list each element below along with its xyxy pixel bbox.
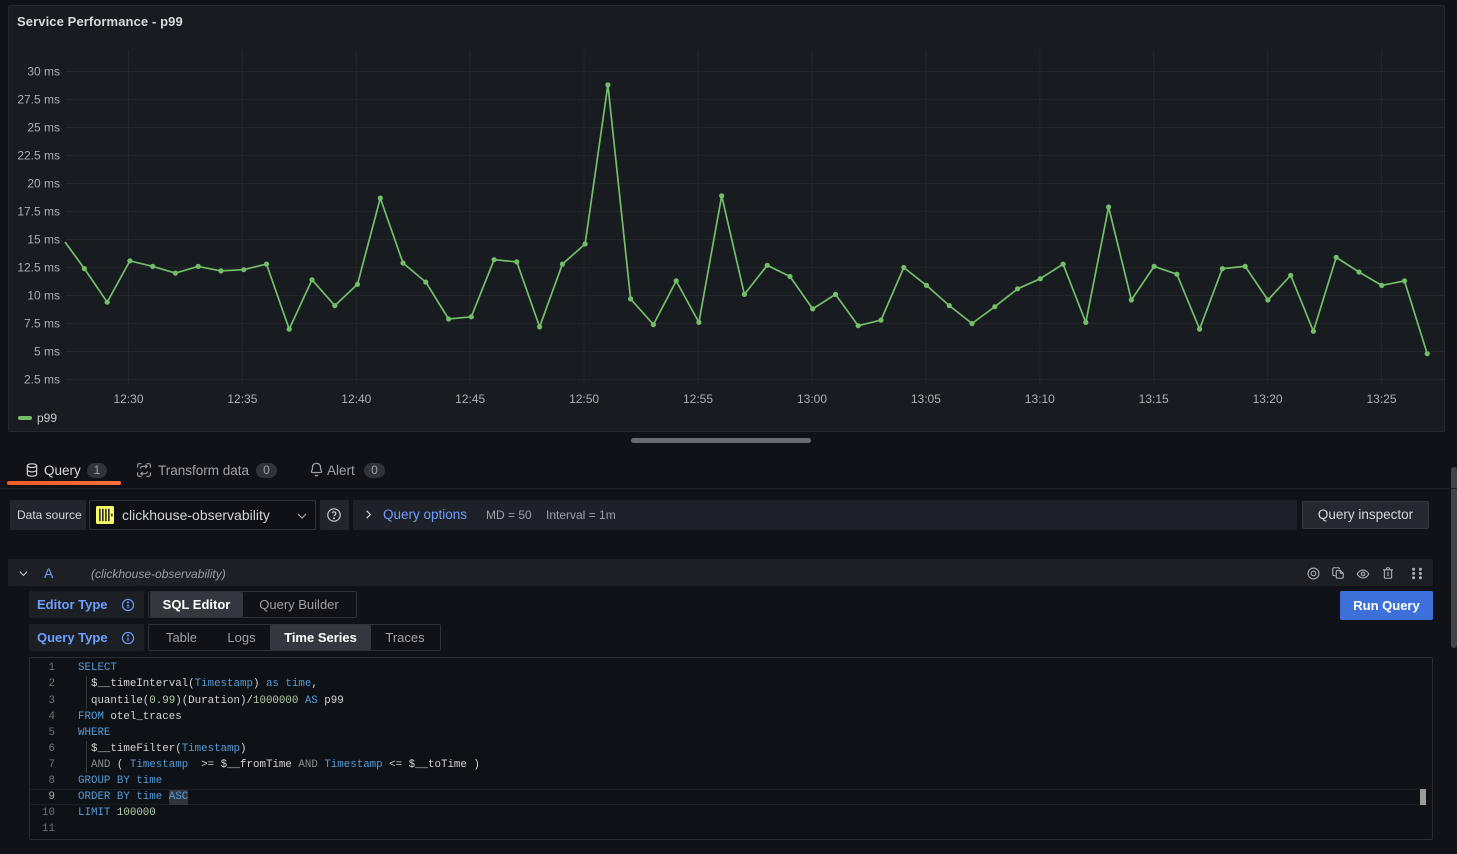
svg-text:12:30: 12:30 — [113, 392, 143, 406]
svg-text:2.5 ms: 2.5 ms — [24, 373, 60, 387]
svg-text:27.5 ms: 27.5 ms — [17, 93, 60, 107]
svg-text:22.5 ms: 22.5 ms — [17, 149, 60, 163]
svg-text:25 ms: 25 ms — [27, 121, 60, 135]
svg-text:7.5 ms: 7.5 ms — [24, 317, 60, 331]
svg-text:12.5 ms: 12.5 ms — [17, 261, 60, 275]
svg-text:13:25: 13:25 — [1366, 392, 1396, 406]
svg-text:12:40: 12:40 — [341, 392, 371, 406]
svg-text:12:55: 12:55 — [683, 392, 713, 406]
svg-text:12:45: 12:45 — [455, 392, 485, 406]
svg-text:12:35: 12:35 — [227, 392, 257, 406]
svg-text:20 ms: 20 ms — [27, 177, 60, 191]
svg-text:13:05: 13:05 — [911, 392, 941, 406]
svg-text:13:15: 13:15 — [1139, 392, 1169, 406]
svg-text:13:20: 13:20 — [1253, 392, 1283, 406]
svg-text:13:10: 13:10 — [1025, 392, 1055, 406]
svg-text:10 ms: 10 ms — [27, 289, 60, 303]
svg-text:17.5 ms: 17.5 ms — [17, 205, 60, 219]
svg-text:5 ms: 5 ms — [34, 345, 60, 359]
svg-text:12:50: 12:50 — [569, 392, 599, 406]
svg-text:30 ms: 30 ms — [27, 65, 60, 79]
svg-text:15 ms: 15 ms — [27, 233, 60, 247]
svg-text:13:00: 13:00 — [797, 392, 827, 406]
